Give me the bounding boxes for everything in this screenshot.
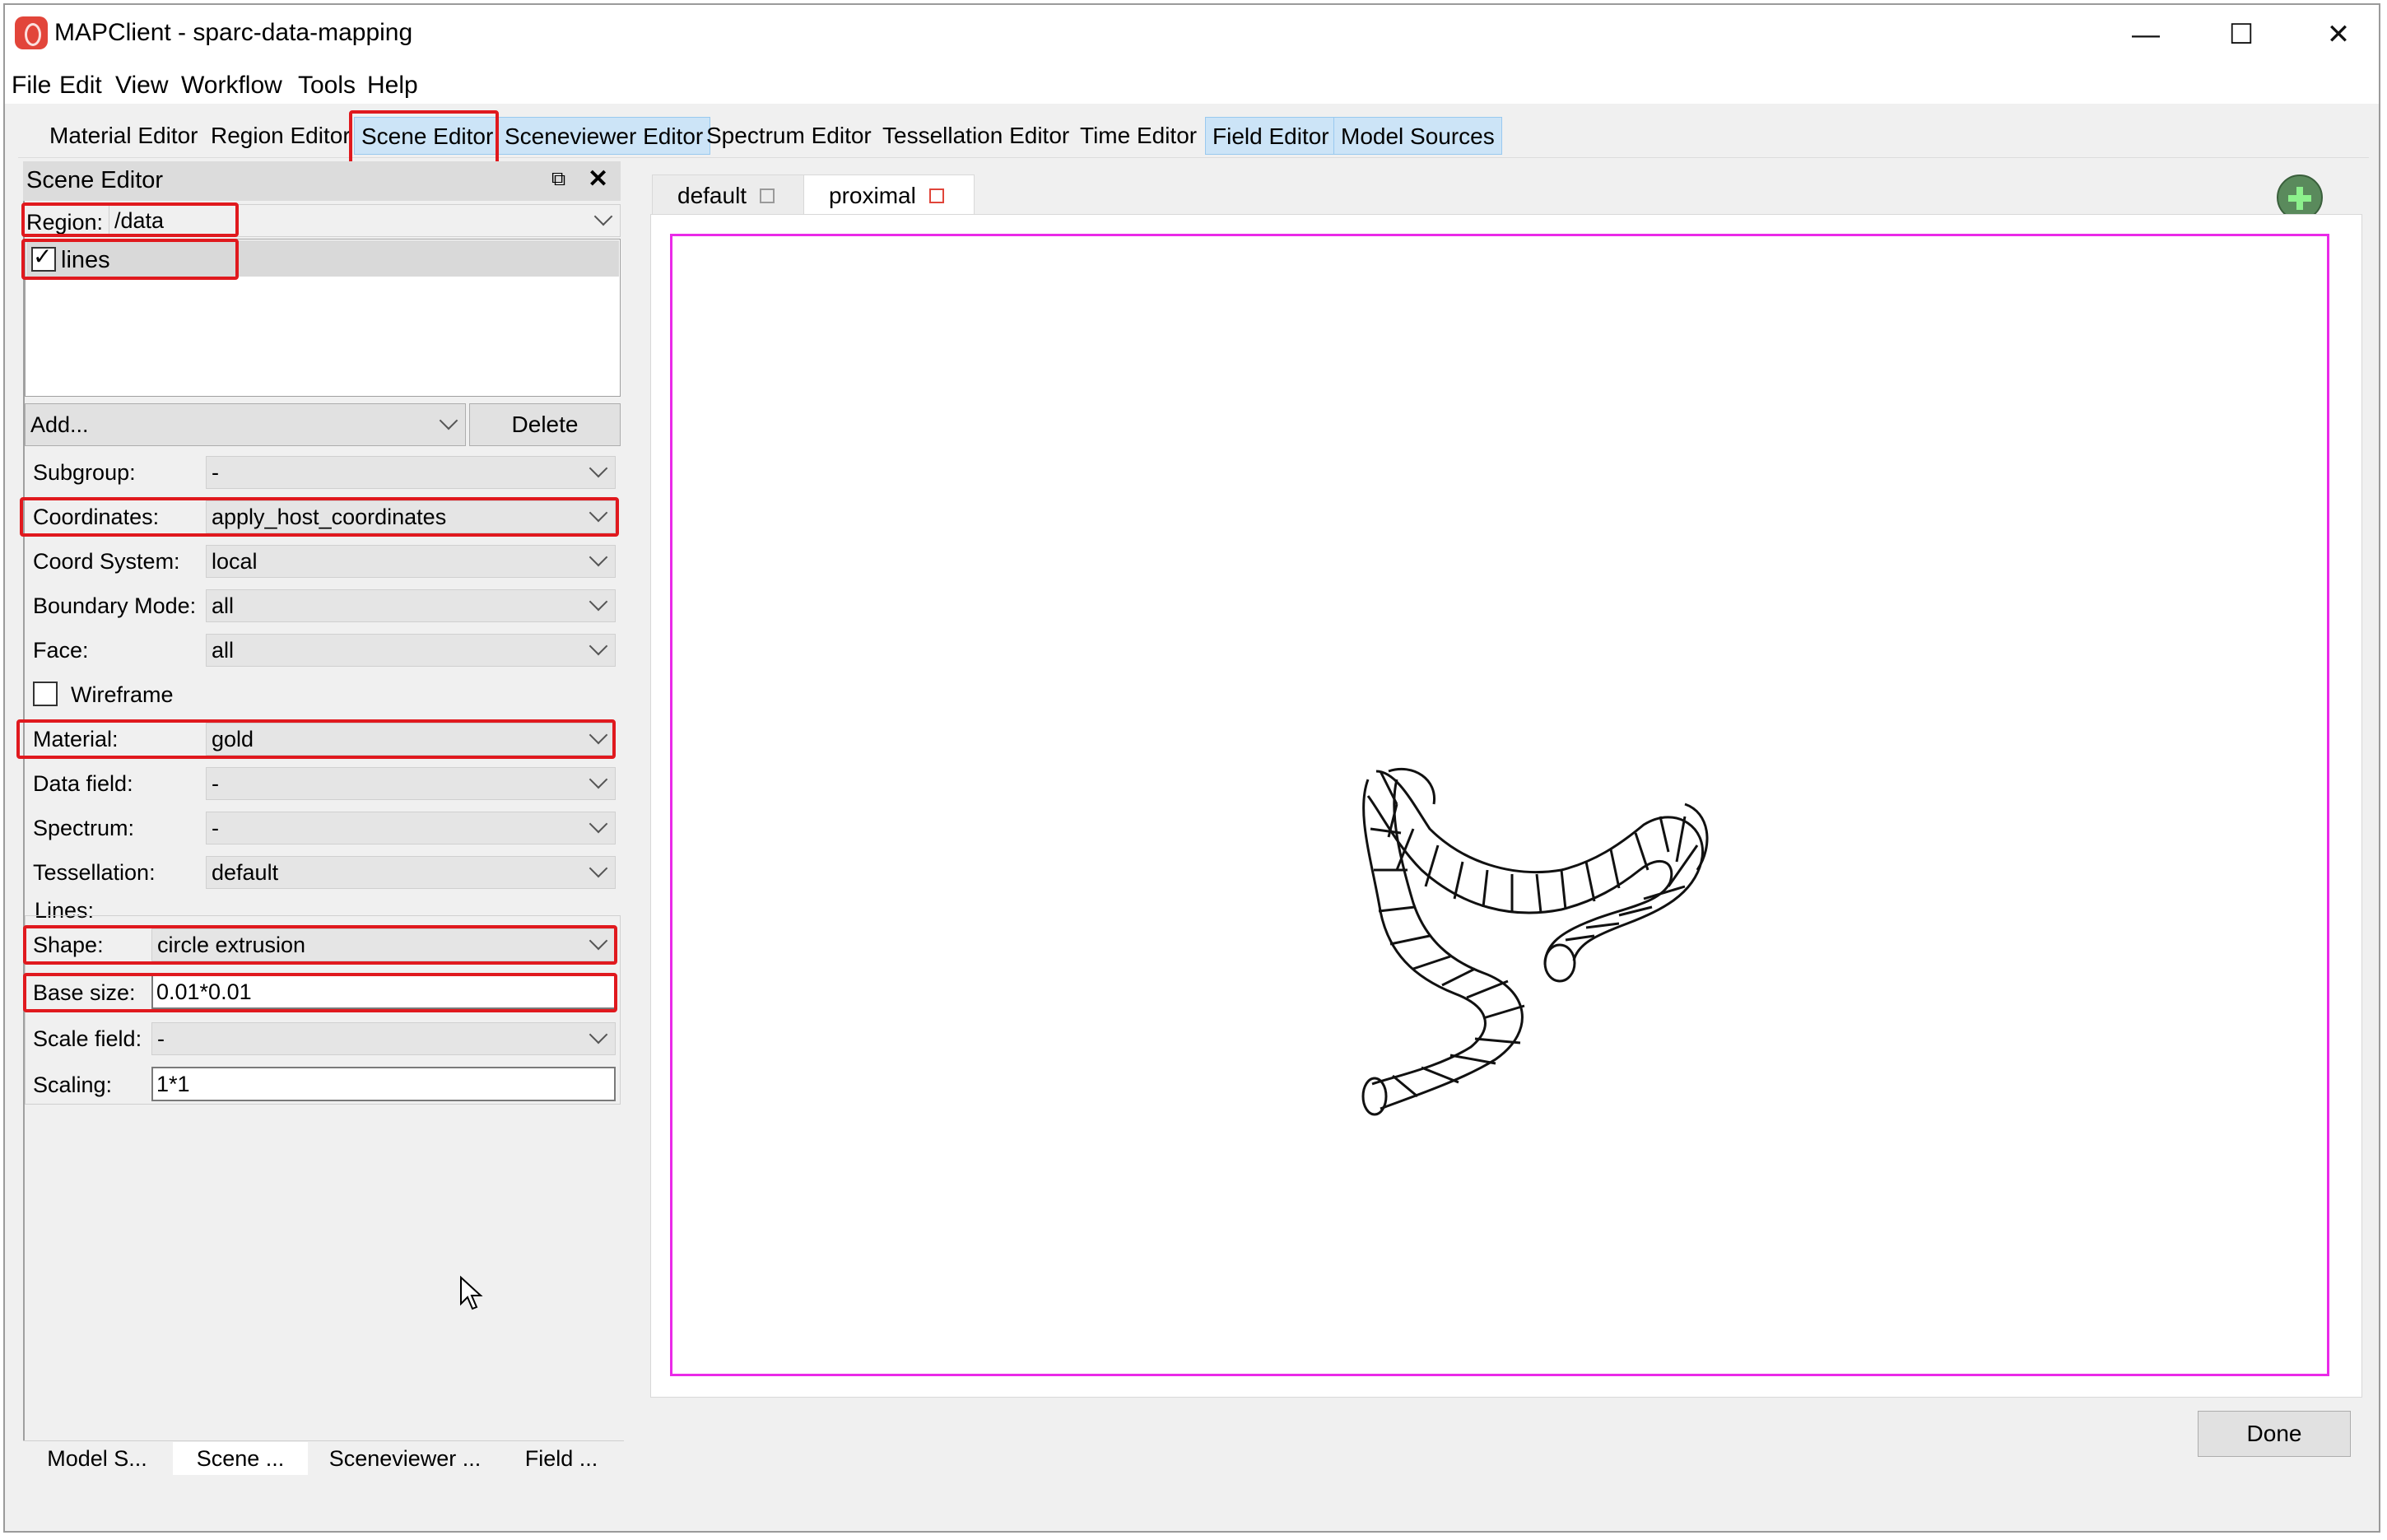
mouse-cursor-icon [460,1276,483,1310]
scaling-label: Scaling: [33,1072,113,1097]
tab-model-sources[interactable]: Model S... [25,1442,170,1475]
tab-field[interactable]: Field ... [502,1442,621,1475]
tab-scene[interactable]: Scene ... [173,1442,308,1475]
scene-viewport[interactable] [670,234,2329,1376]
toolbar-model-sources[interactable]: Model Sources [1333,117,1502,155]
spectrum-dropdown[interactable]: - [206,812,616,844]
checkmark-icon: ✓ [33,244,53,269]
menu-tools[interactable]: Tools [298,69,356,102]
toolbar-time-editor[interactable]: Time Editor [1073,117,1203,155]
tessellation-label: Tessellation: [33,860,156,885]
tab-proximal[interactable]: proximal [803,174,975,217]
close-button[interactable]: ✕ [2301,10,2375,59]
toolbar-scene-editor[interactable]: Scene Editor [354,117,501,155]
spectrum-label: Spectrum: [33,816,135,840]
toolbar-spectrum-editor[interactable]: Spectrum Editor [700,117,878,155]
dock-title: Scene Editor [23,161,621,201]
graphics-item-label: lines [61,247,110,273]
subgroup-dropdown[interactable]: - [206,456,616,489]
done-button[interactable]: Done [2198,1411,2351,1457]
close-tab-icon[interactable] [928,188,944,203]
boundary-mode-label: Boundary Mode: [33,593,197,618]
window-title: MAPClient - sparc-data-mapping [54,19,413,46]
data-field-dropdown[interactable]: - [206,767,616,800]
wireframe-checkbox[interactable] [33,682,58,706]
material-label: Material: [33,727,119,751]
scaling-input[interactable]: 1*1 [151,1067,616,1101]
delete-button[interactable]: Delete [469,403,621,446]
coordinates-dropdown[interactable]: apply_host_coordinates [206,500,616,533]
list-item[interactable] [26,240,619,277]
menu-edit[interactable]: Edit [59,69,102,102]
toolbar-tessellation-editor[interactable]: Tessellation Editor [876,117,1076,155]
face-dropdown[interactable]: all [206,634,616,667]
float-dock-icon[interactable]: ⧉ [551,165,576,194]
menu-help[interactable]: Help [367,69,418,102]
data-field-label: Data field: [33,771,133,796]
base-size-label: Base size: [33,980,136,1005]
tessellation-dropdown[interactable]: default [206,856,616,889]
menu-workflow[interactable]: Workflow [181,69,282,102]
face-label: Face: [33,638,89,663]
region-label: Region: [26,210,104,235]
base-size-input[interactable]: 0.01*0.01 [151,975,616,1009]
wireframe-label: Wireframe [71,682,174,707]
maximize-button[interactable]: ☐ [2204,10,2278,59]
coordinates-label: Coordinates: [33,505,160,529]
menu-view[interactable]: View [115,69,168,102]
toolbar-field-editor[interactable]: Field Editor [1205,117,1337,155]
region-dropdown[interactable]: /data [109,204,621,237]
scale-field-dropdown[interactable]: - [151,1022,616,1055]
toolbar-material-editor[interactable]: Material Editor [43,117,205,155]
toolbar-region-editor[interactable]: Region Editor [204,117,357,155]
menu-bar [5,66,2379,104]
add-graphics-dropdown[interactable]: Add... [25,403,466,446]
scale-field-label: Scale field: [33,1026,142,1051]
boundary-mode-dropdown[interactable]: all [206,589,616,622]
tab-default[interactable]: default [652,174,805,217]
material-dropdown[interactable]: gold [206,723,616,756]
toolbar-sceneviewer-editor[interactable]: Sceneviewer Editor [497,117,711,155]
shape-dropdown[interactable]: circle extrusion [151,928,616,961]
close-tab-icon[interactable] [760,188,775,203]
close-dock-icon[interactable]: ✕ [588,163,616,196]
subgroup-label: Subgroup: [33,460,136,485]
shape-label: Shape: [33,933,104,957]
menu-file[interactable]: File [12,69,51,102]
tab-sceneviewer[interactable]: Sceneviewer ... [311,1442,499,1475]
coord-system-dropdown[interactable]: local [206,545,616,578]
minimize-button[interactable]: — [2109,10,2183,59]
tube-wireframe-model [1361,767,1709,1116]
app-icon [15,16,48,49]
coord-system-label: Coord System: [33,549,180,574]
